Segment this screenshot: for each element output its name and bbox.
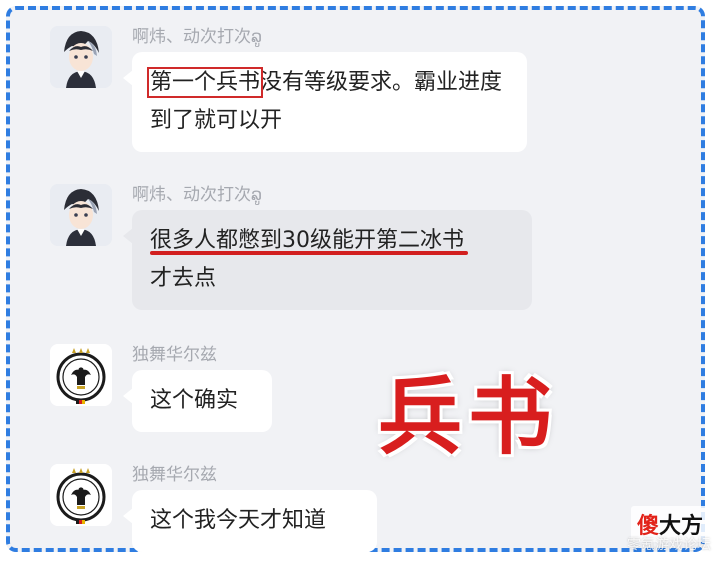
boxed-phrase: 第一个兵书 bbox=[146, 67, 264, 98]
sender-name: 啊炜、动次打次ລູ bbox=[132, 185, 263, 205]
underlined-text: 很多人都憋到30级能开第二冰书 bbox=[150, 228, 464, 253]
message-bubble[interactable]: 这个我今天才知道 bbox=[123, 490, 377, 552]
message-bubble[interactable]: 很多人都憋到30级能开第二冰书 才去点 bbox=[123, 210, 532, 310]
avatar[interactable] bbox=[50, 184, 112, 246]
message-bubble[interactable]: 第一个兵书没有等级要求。霸业进度到了就可以开 bbox=[123, 52, 527, 152]
underlined-phrase: 很多人都憋到30级能开第二冰书 bbox=[150, 228, 468, 255]
message-bubble[interactable]: 这个确实 bbox=[123, 370, 272, 432]
message-text: 才去点 bbox=[150, 266, 217, 291]
overlay-title: 兵书 bbox=[378, 367, 559, 466]
sender-name: 独舞华尔兹 bbox=[132, 465, 217, 485]
avatar[interactable] bbox=[50, 464, 112, 526]
sender-name: 啊炜、动次打次ລູ bbox=[132, 27, 263, 47]
eagle-crest-avatar-icon bbox=[50, 344, 112, 406]
avatar[interactable] bbox=[50, 26, 112, 88]
eagle-crest-avatar-icon bbox=[50, 464, 112, 526]
message-text: 这个确实 bbox=[150, 388, 239, 413]
anime-character-avatar-icon bbox=[50, 184, 112, 246]
sender-name: 独舞华尔兹 bbox=[132, 345, 217, 365]
anime-character-avatar-icon bbox=[50, 26, 112, 88]
watermark-text: 零氪游戏论坛 bbox=[627, 537, 711, 553]
red-underline bbox=[150, 251, 468, 255]
message-text: 这个我今天才知道 bbox=[150, 508, 327, 533]
avatar[interactable] bbox=[50, 344, 112, 406]
